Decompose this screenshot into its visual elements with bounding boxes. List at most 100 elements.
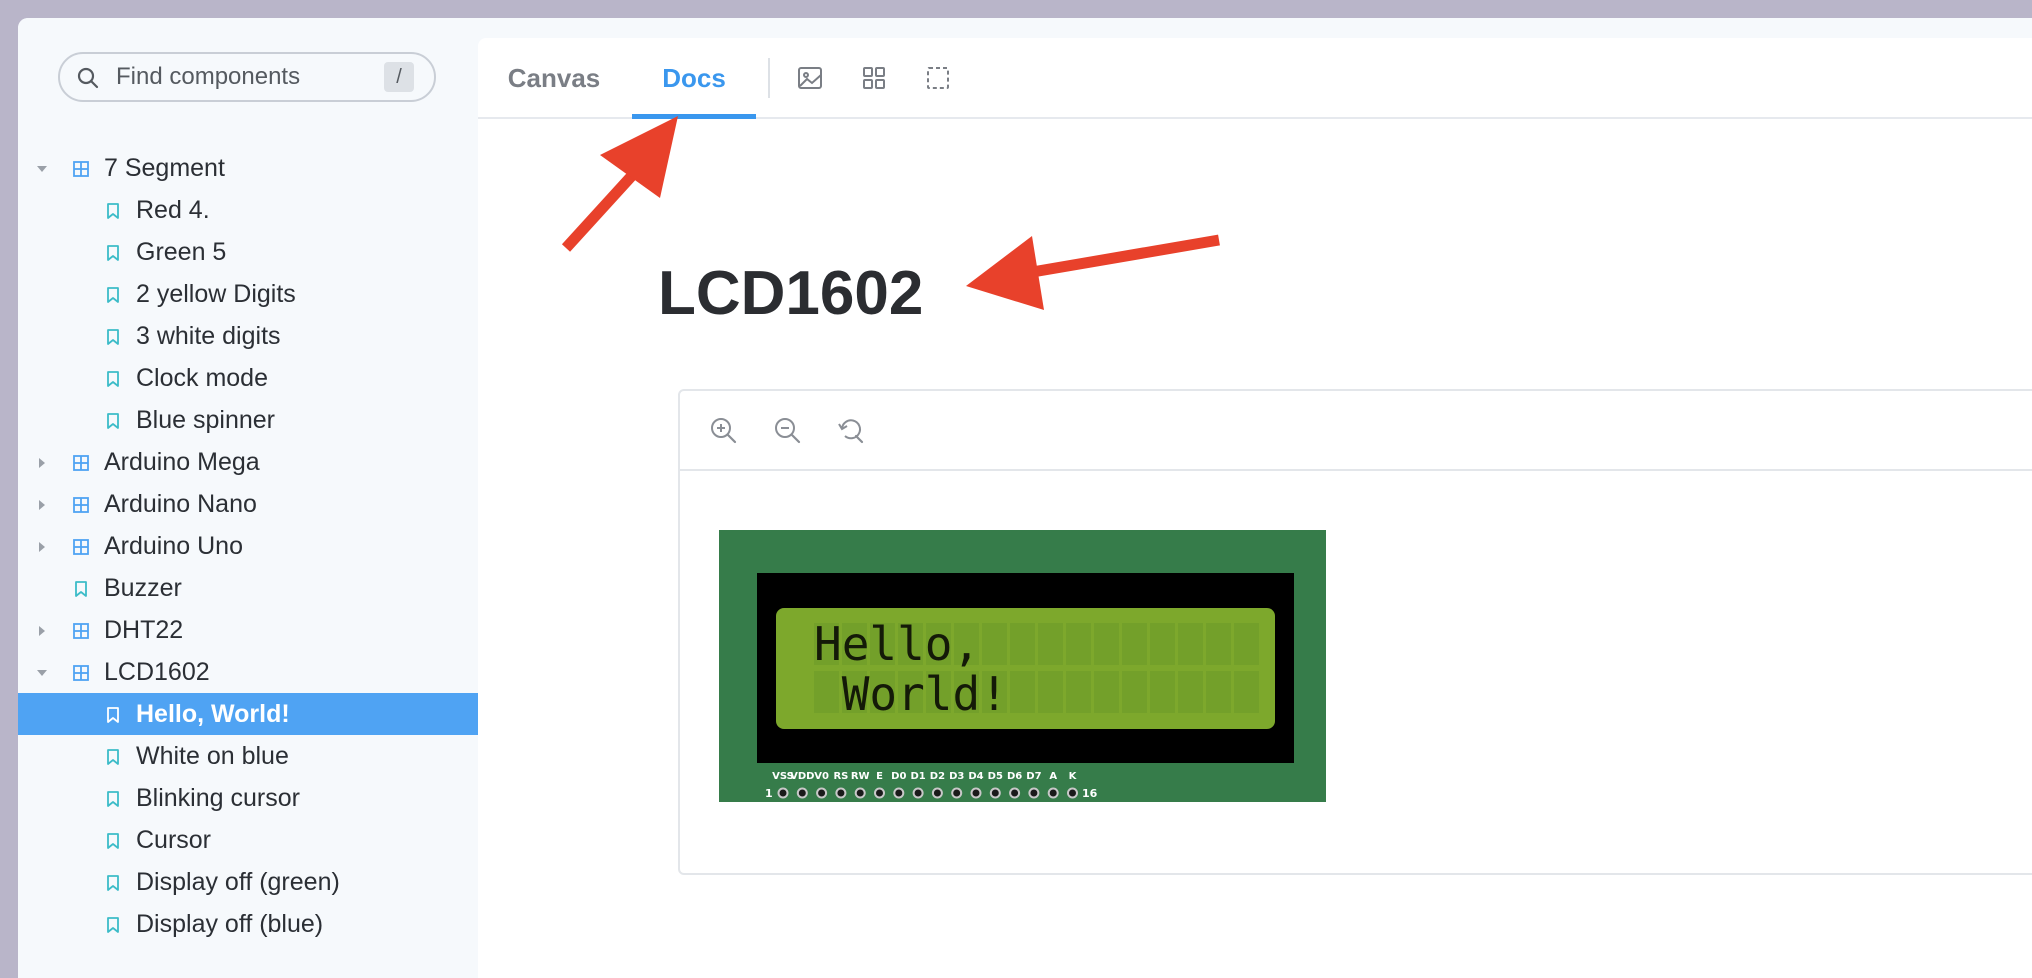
sidebar-item-label: 2 yellow Digits <box>136 280 296 308</box>
sidebar-item[interactable]: Red 4. <box>18 189 478 231</box>
lcd-pin <box>854 787 866 799</box>
lcd-pin <box>931 787 943 799</box>
lcd-pin <box>835 787 847 799</box>
story-preview: Hello, World! VSS VDD V0 RS RW E D0 D1 D2 D3 D4 D5 D… <box>678 389 2032 875</box>
main-panel: Canvas Docs LCD1602 Hello, World! VSS VD… <box>478 38 2032 978</box>
reset-zoom-icon[interactable] <box>836 415 866 445</box>
sidebar-item-label: Arduino Uno <box>104 532 243 560</box>
lcd-pin <box>951 787 963 799</box>
lcd-pin <box>970 787 982 799</box>
bookmark-icon <box>107 791 119 807</box>
bookmark-icon <box>107 203 119 219</box>
sidebar-item[interactable]: Green 5 <box>18 231 478 273</box>
lcd-pin <box>1009 787 1021 799</box>
lcd-pin-label: V0 <box>814 771 829 782</box>
lcd-pin-label: D0 <box>891 771 906 782</box>
sidebar-item-label: Blue spinner <box>136 406 275 434</box>
lcd-line-2: World! <box>814 667 1008 721</box>
lcd-pin-label: E <box>876 771 883 782</box>
caret-down-icon[interactable] <box>36 667 48 679</box>
caret-down-icon[interactable] <box>36 163 48 175</box>
sidebar-item[interactable]: Buzzer <box>18 567 478 609</box>
sidebar-item-label: Hello, World! <box>136 700 290 728</box>
lcd-pin-label: RS <box>833 771 848 782</box>
sidebar-item-label: Cursor <box>136 826 212 854</box>
lcd-pin-label: A <box>1049 771 1057 782</box>
sidebar-item[interactable]: Hello, World! <box>18 693 478 735</box>
lcd-pin-label: D5 <box>988 771 1003 782</box>
preview-toolbar <box>680 391 2032 471</box>
component-icon <box>73 455 89 471</box>
bookmark-icon <box>107 371 119 387</box>
lcd-pin-label: VDD <box>790 771 814 782</box>
sidebar-item-label: White on blue <box>136 742 289 770</box>
search-shortcut-key: / <box>384 62 414 92</box>
sidebar-item[interactable]: Clock mode <box>18 357 478 399</box>
caret-right-icon[interactable] <box>36 457 48 469</box>
lcd-pin-label: D3 <box>949 771 964 782</box>
lcd-line-1: Hello, <box>814 617 980 671</box>
sidebar-item-label: DHT22 <box>104 616 184 644</box>
tab-canvas-label: Canvas <box>507 63 601 93</box>
lcd-cell <box>1150 623 1175 665</box>
search-icon <box>77 67 99 89</box>
sidebar-item[interactable]: Blue spinner <box>18 399 478 441</box>
image-icon[interactable] <box>796 64 824 92</box>
sidebar-item[interactable]: White on blue <box>18 735 478 777</box>
bookmark-icon <box>107 413 119 429</box>
sidebar-item[interactable]: 2 yellow Digits <box>18 273 478 315</box>
toolbar-divider <box>768 58 770 98</box>
sidebar-item-label: Buzzer <box>104 574 182 602</box>
bookmark-icon <box>107 329 119 345</box>
grid-icon[interactable] <box>860 64 888 92</box>
lcd1602-display: Hello, World! VSSVDD V0 RS RW E D0 D1 D2 D3 D4 D5 D… <box>719 530 1326 802</box>
zoom-in-icon[interactable] <box>708 415 738 445</box>
lcd-cell <box>1178 671 1203 713</box>
sidebar-item[interactable]: DHT22 <box>18 609 478 651</box>
tab-bar: Canvas Docs <box>478 38 2032 119</box>
bookmark-icon <box>107 707 119 723</box>
tab-canvas[interactable]: Canvas <box>496 38 612 117</box>
sidebar-item[interactable]: Cursor <box>18 819 478 861</box>
sidebar-item[interactable]: Arduino Nano <box>18 483 478 525</box>
zoom-out-icon[interactable] <box>772 415 802 445</box>
sidebar-item-label: Red 4. <box>136 196 210 224</box>
bookmark-icon <box>107 287 119 303</box>
active-tab-indicator <box>632 114 756 119</box>
search-input[interactable]: Find components / <box>58 52 436 102</box>
lcd-cell <box>1038 671 1063 713</box>
lcd-cell <box>1234 623 1259 665</box>
lcd-cell <box>1066 671 1091 713</box>
sidebar-item[interactable]: Arduino Mega <box>18 441 478 483</box>
sidebar-item[interactable]: 3 white digits <box>18 315 478 357</box>
sidebar-item[interactable]: Display off (green) <box>18 861 478 903</box>
bookmark-icon <box>75 581 87 597</box>
bookmark-icon <box>107 749 119 765</box>
sidebar-item-label: Arduino Mega <box>104 448 260 476</box>
sidebar-item-label: Display off (green) <box>136 868 340 896</box>
sidebar-item[interactable]: Arduino Uno <box>18 525 478 567</box>
sidebar-item[interactable]: Display off (blue) <box>18 903 478 945</box>
lcd-pin <box>816 787 828 799</box>
lcd-pin-label: D2 <box>930 771 945 782</box>
tab-docs[interactable]: Docs <box>632 38 756 119</box>
caret-right-icon[interactable] <box>36 625 48 637</box>
lcd-pin <box>1067 787 1078 799</box>
caret-right-icon[interactable] <box>36 499 48 511</box>
sidebar-item[interactable]: 7 Segment <box>18 147 478 189</box>
sidebar-item[interactable]: Blinking cursor <box>18 777 478 819</box>
sidebar-item[interactable]: LCD1602 <box>18 651 478 693</box>
lcd-pin-label: D6 <box>1007 771 1022 782</box>
sidebar-item-label: Display off (blue) <box>136 910 324 938</box>
lcd-pin-label: K <box>1069 771 1078 782</box>
lcd-pin <box>874 787 885 799</box>
lcd-cell <box>1010 671 1035 713</box>
lcd-pin <box>989 787 1001 799</box>
search-placeholder: Find components <box>116 63 301 90</box>
bookmark-icon <box>107 245 119 261</box>
caret-right-icon[interactable] <box>36 541 48 553</box>
lcd-pin-label: D4 <box>968 771 983 782</box>
sidebar-item-label: Blinking cursor <box>136 784 300 812</box>
lcd-pin <box>1028 787 1040 799</box>
outline-icon[interactable] <box>924 64 952 92</box>
